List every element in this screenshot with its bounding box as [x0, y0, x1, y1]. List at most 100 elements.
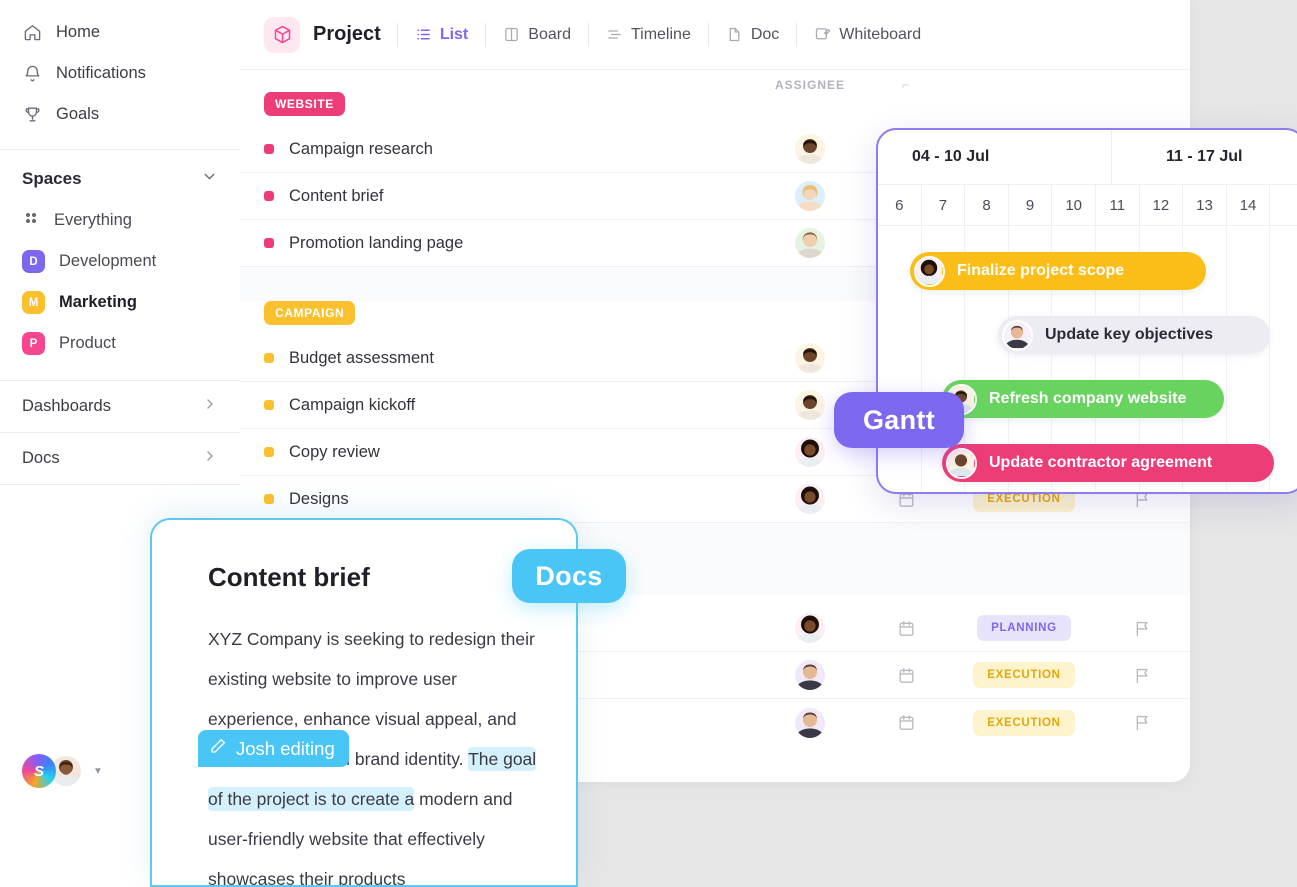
gantt-feature-pill[interactable]: Gantt [834, 392, 964, 448]
sidebar-item-notifications[interactable]: Notifications [0, 53, 240, 94]
avatar[interactable] [795, 134, 825, 164]
status-badge[interactable]: EXECUTION [973, 662, 1075, 688]
sidebar-item-development[interactable]: D Development [0, 241, 240, 282]
gantt-bar-label: Update contractor agreement [989, 454, 1213, 471]
gantt-day: 13 [1183, 185, 1227, 225]
task-name[interactable]: Copy review [289, 443, 762, 462]
sidebar-item-label: Notifications [56, 64, 146, 82]
workspace-avatar[interactable]: S [22, 754, 56, 788]
task-name[interactable]: Promotion landing page [289, 234, 762, 253]
task-name[interactable]: Budget assessment [289, 349, 762, 368]
sidebar-item-label: Dashboards [22, 397, 111, 415]
gantt-bar-update-key-objectives[interactable]: Update key objectives [998, 316, 1270, 354]
sidebar-item-docs[interactable]: Docs [0, 433, 240, 484]
gantt-day: 14 [1227, 185, 1271, 225]
cell-flag[interactable] [1094, 619, 1190, 638]
cell-status[interactable]: EXECUTION [954, 662, 1094, 688]
cell-flag[interactable] [1094, 713, 1190, 732]
cell-date[interactable] [858, 713, 954, 732]
whiteboard-icon [814, 26, 831, 43]
sidebar-item-home[interactable]: Home [0, 12, 240, 53]
space-avatar-product: P [22, 332, 45, 355]
status-dot [264, 400, 274, 410]
avatar[interactable] [795, 660, 825, 690]
cell-date[interactable] [858, 666, 954, 685]
cell-assignee[interactable] [762, 707, 858, 738]
pencil-icon [209, 737, 227, 760]
sidebar-item-product[interactable]: P Product [0, 323, 240, 364]
task-name[interactable]: Designs [289, 490, 762, 509]
status-badge[interactable]: EXECUTION [973, 709, 1075, 736]
list-icon [415, 26, 432, 43]
group-badge-campaign[interactable]: CAMPAIGN [264, 301, 356, 325]
task-name[interactable]: Campaign research [289, 140, 762, 159]
group-badge-website[interactable]: WEBSITE [264, 92, 345, 116]
collaborator-cursor-josh: Josh editing [198, 730, 349, 767]
status-dot [264, 238, 274, 248]
tab-timeline[interactable]: Timeline [589, 17, 708, 53]
gantt-day: 6 [878, 185, 922, 225]
sidebar-item-dashboards[interactable]: Dashboards [0, 381, 240, 432]
sidebar-item-label: Goals [56, 105, 100, 123]
cell-assignee[interactable] [762, 613, 858, 643]
tab-label: Whiteboard [839, 25, 922, 43]
cell-status[interactable]: EXECUTION [954, 709, 1094, 736]
cell-date[interactable] [858, 619, 954, 638]
task-name[interactable]: Content brief [289, 187, 762, 206]
gantt-bar-refresh-company-website[interactable]: Refresh company website [942, 380, 1224, 418]
avatar[interactable] [795, 437, 825, 467]
gantt-day: 8 [965, 185, 1009, 225]
tab-doc[interactable]: Doc [709, 17, 796, 53]
gantt-day: 10 [1052, 185, 1096, 225]
gantt-week-header: 04 - 10 Jul 11 - 17 Jul [878, 130, 1297, 184]
gantt-day-header: 6 7 8 9 10 11 12 13 14 [878, 184, 1297, 226]
chevron-down-icon[interactable] [201, 168, 218, 190]
cell-status[interactable]: PLANNING [954, 615, 1094, 641]
docs-text-before: XYZ Company is seeking to redesign their… [208, 629, 535, 729]
sidebar-item-everything[interactable]: Everything [0, 200, 240, 241]
cell-assignee[interactable] [762, 181, 858, 211]
cell-assignee[interactable] [762, 343, 858, 373]
cell-assignee[interactable] [762, 660, 858, 690]
docs-feature-pill[interactable]: Docs [512, 549, 626, 603]
calendar-icon [898, 715, 914, 730]
calendar-icon [898, 620, 914, 636]
tab-whiteboard[interactable]: Whiteboard [797, 17, 938, 53]
sidebar-item-label: Everything [54, 211, 132, 229]
gantt-week-label: 11 - 17 Jul [1166, 148, 1243, 165]
tab-board[interactable]: Board [486, 17, 588, 53]
column-header-assignee: ASSIGNEE [774, 78, 845, 92]
spaces-list: Everything D Development M Marketing P P… [0, 200, 240, 364]
cube-icon [264, 16, 300, 53]
status-dot [264, 144, 274, 154]
avatar[interactable] [795, 390, 825, 420]
spaces-header[interactable]: Spaces [0, 150, 240, 200]
gantt-bar-finalize-project-scope[interactable]: Finalize project scope [910, 252, 1206, 290]
cell-assignee[interactable] [762, 134, 858, 164]
tab-label: Doc [750, 25, 780, 43]
tab-list[interactable]: List [398, 17, 485, 53]
avatar[interactable] [795, 343, 825, 373]
task-name[interactable]: Campaign kickoff [289, 396, 762, 415]
sidebar-item-goals[interactable]: Goals [0, 94, 240, 135]
cell-flag[interactable] [1094, 666, 1190, 685]
gantt-bar-update-contractor-agreement[interactable]: Update contractor agreement [942, 444, 1274, 482]
cell-assignee[interactable] [762, 228, 858, 258]
sidebar-item-label: Home [56, 23, 101, 41]
avatar[interactable] [795, 228, 825, 258]
column-header-date: ⌐ [901, 78, 910, 92]
flag-icon [1136, 715, 1148, 731]
sidebar-item-label: Development [59, 252, 157, 270]
gantt-day: 12 [1140, 185, 1184, 225]
status-badge[interactable]: PLANNING [977, 615, 1071, 641]
sidebar-item-marketing[interactable]: M Marketing [0, 282, 240, 323]
chevron-down-icon[interactable]: ▼ [93, 766, 103, 777]
avatar[interactable] [795, 613, 825, 643]
flag-icon [1136, 621, 1148, 636]
cell-assignee[interactable] [762, 484, 858, 514]
avatar[interactable] [795, 181, 825, 211]
avatar[interactable] [795, 484, 825, 514]
gantt-bar-label: Update key objectives [1045, 326, 1214, 343]
gantt-day: 9 [1009, 185, 1053, 225]
avatar[interactable] [795, 707, 825, 738]
